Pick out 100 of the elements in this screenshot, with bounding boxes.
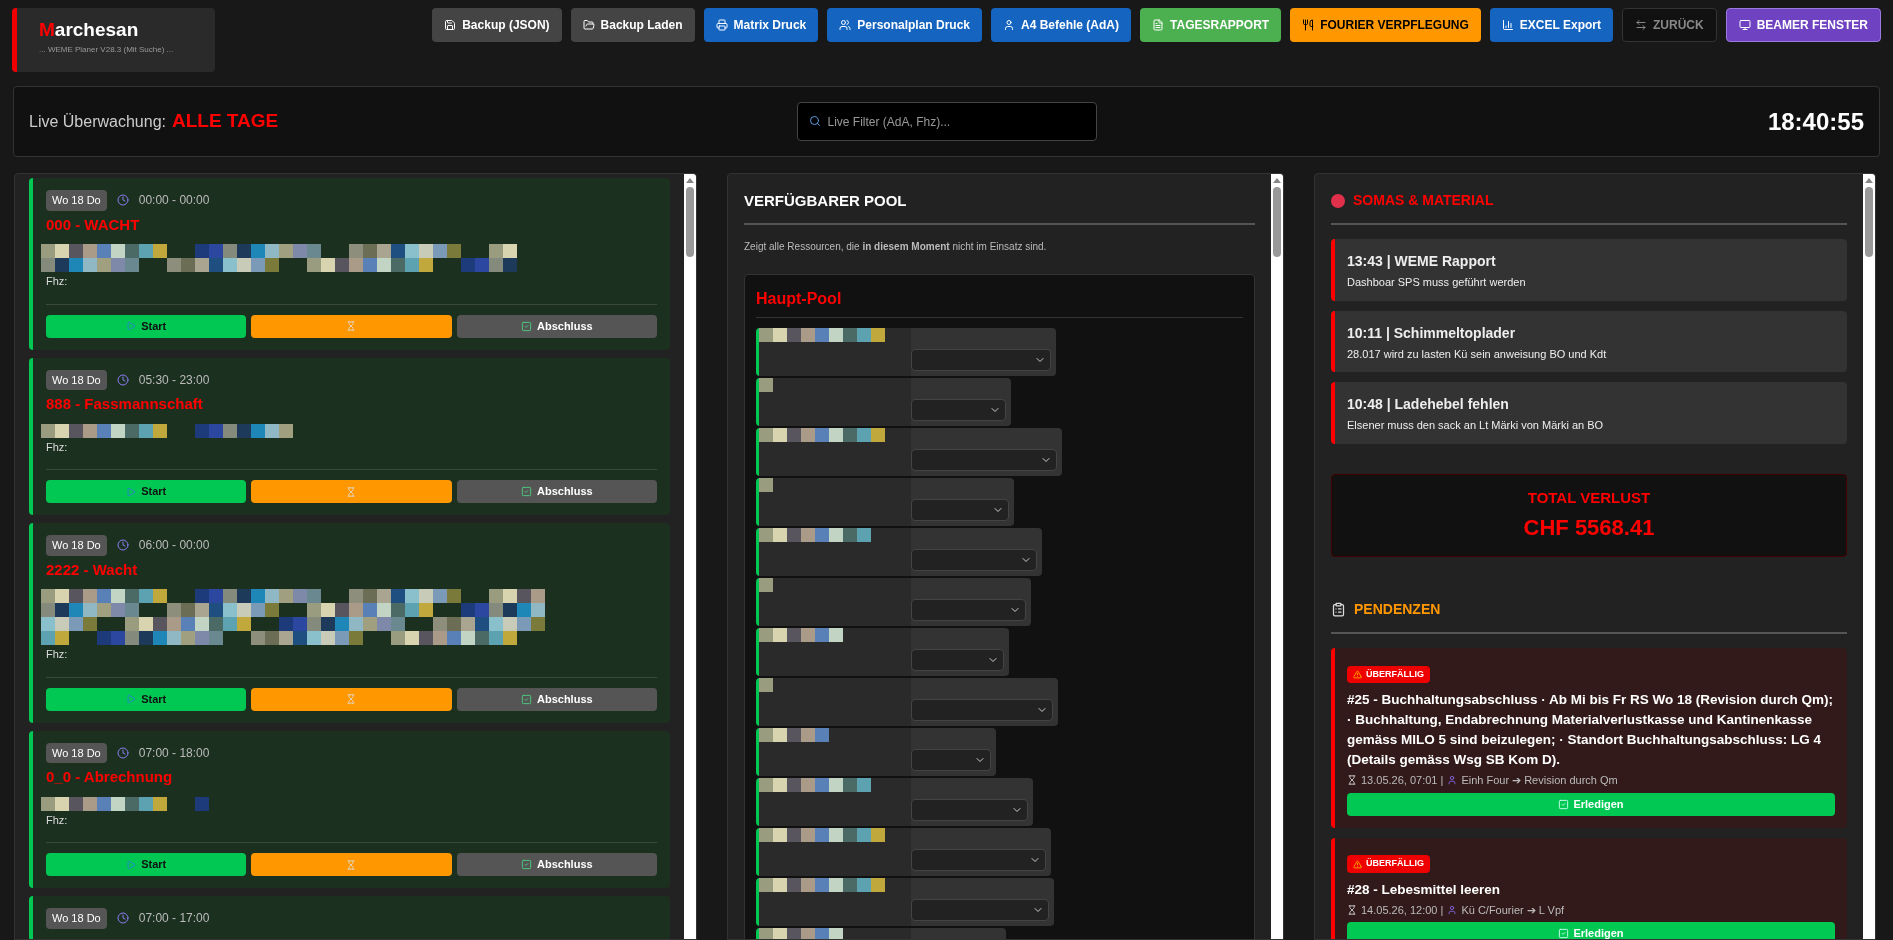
live-clock: 18:40:55 bbox=[1767, 106, 1864, 137]
somas-heading: 10:48 | Ladehebel fehlen bbox=[1347, 395, 1510, 414]
start-button[interactable]: Start bbox=[46, 480, 247, 503]
check-icon bbox=[521, 486, 532, 497]
resource-select[interactable] bbox=[911, 798, 1028, 821]
hourglass-icon bbox=[346, 321, 357, 331]
check-icon bbox=[1558, 928, 1570, 939]
toolbar-button[interactable]: EXCEL Export bbox=[1489, 8, 1613, 42]
resource-select[interactable] bbox=[911, 698, 1053, 721]
somas-heading: 10:11 | Schimmeltoplader bbox=[1347, 323, 1517, 343]
button-icon bbox=[1635, 19, 1647, 31]
finish-button[interactable]: Abschluss bbox=[456, 687, 657, 711]
clock-icon bbox=[116, 912, 129, 925]
day-badge: Wo 18 Do bbox=[46, 908, 107, 929]
hourglass-icon bbox=[346, 859, 357, 870]
total-label: TOTAL VERLUST bbox=[1527, 487, 1651, 508]
play-icon bbox=[126, 486, 137, 497]
toolbar-button[interactable]: A4 Befehle (AdA) bbox=[991, 8, 1132, 42]
somas-title: SOMAS & MATERIAL bbox=[1353, 191, 1494, 210]
start-button[interactable]: Start bbox=[46, 314, 247, 338]
hourglass-icon bbox=[346, 694, 357, 704]
check-icon bbox=[1558, 798, 1570, 810]
scrollbar[interactable] bbox=[684, 174, 696, 939]
toolbar-button[interactable]: BEAMER FENSTER bbox=[1725, 8, 1881, 42]
resource-select[interactable] bbox=[911, 848, 1046, 871]
overdue-badge: ÜBERFÄLLIG bbox=[1347, 665, 1430, 684]
app-title: Marchesan bbox=[39, 20, 140, 39]
pool-note: Zeigt alle Ressourcen, die in diesem Moment nicht im Einsatz sind. bbox=[744, 239, 1048, 254]
pixelated-block bbox=[759, 727, 829, 742]
group-title: Haupt-Pool bbox=[756, 286, 1243, 318]
person-icon bbox=[1447, 904, 1458, 915]
warning-icon bbox=[1353, 859, 1362, 869]
vehicle-label: Fhz: bbox=[46, 812, 69, 828]
vehicle-label: Fhz: bbox=[46, 439, 69, 455]
pendenzen-title: PENDENZEN bbox=[1354, 600, 1441, 619]
scrollbar[interactable] bbox=[1863, 174, 1875, 939]
pixelated-block bbox=[759, 677, 773, 692]
resource-select[interactable] bbox=[911, 598, 1026, 621]
resource-select[interactable] bbox=[911, 898, 1049, 921]
button-icon bbox=[1302, 19, 1315, 31]
check-icon bbox=[521, 320, 532, 332]
resource-select[interactable] bbox=[911, 748, 991, 771]
day-badge: Wo 18 Do bbox=[46, 190, 107, 211]
toolbar-button[interactable]: Backup Laden bbox=[570, 8, 695, 42]
person-icon bbox=[1447, 775, 1458, 786]
play-icon bbox=[126, 694, 137, 704]
check-icon bbox=[521, 693, 532, 705]
pause-button[interactable] bbox=[251, 314, 452, 338]
mission-time: 00:00 - 00:00 bbox=[138, 192, 210, 210]
mission-time: 07:00 - 17:00 bbox=[138, 910, 210, 928]
live-value: ALLE TAGE bbox=[171, 109, 279, 134]
finish-button[interactable]: Abschluss bbox=[456, 853, 657, 876]
vehicle-label: Fhz: bbox=[46, 647, 69, 662]
finish-button[interactable]: Abschluss bbox=[456, 480, 657, 503]
resource-select[interactable] bbox=[911, 548, 1037, 571]
task-title: #28 - Lebesmittel leeren bbox=[1347, 880, 1502, 899]
button-icon bbox=[1738, 19, 1751, 31]
pause-button[interactable] bbox=[251, 687, 452, 711]
search-icon bbox=[808, 115, 821, 127]
pixelated-block bbox=[759, 477, 773, 492]
toolbar-button[interactable]: Matrix Druck bbox=[703, 8, 819, 42]
mission-time: 07:00 - 18:00 bbox=[138, 744, 210, 762]
resource-select[interactable] bbox=[911, 448, 1057, 471]
task-due: 13.05.26, 07:01 | bbox=[1361, 773, 1444, 788]
toolbar-button[interactable]: FOURIER VERPFLEGUNG bbox=[1290, 8, 1481, 42]
toolbar-button[interactable]: ZURÜCK bbox=[1622, 8, 1717, 42]
play-icon bbox=[126, 859, 137, 870]
mission-title: 888 - Fassmannschaft bbox=[46, 394, 204, 414]
hourglass-icon bbox=[1347, 904, 1357, 915]
toolbar-button[interactable]: Personalplan Druck bbox=[827, 8, 982, 42]
task-route: Einh Four ➔ Revision durch Qm bbox=[1461, 773, 1618, 788]
button-icon bbox=[715, 19, 728, 31]
toolbar-button[interactable]: Backup (JSON) bbox=[432, 8, 562, 42]
pixelated-block bbox=[759, 377, 773, 392]
task-due: 14.05.26, 12:00 | bbox=[1361, 902, 1444, 918]
button-icon bbox=[444, 19, 457, 31]
resource-select[interactable] bbox=[911, 348, 1051, 371]
start-button[interactable]: Start bbox=[46, 687, 247, 711]
search-field[interactable]: Live Filter (AdA, Fhz)... bbox=[796, 102, 1097, 141]
resource-select[interactable] bbox=[911, 398, 1006, 421]
start-button[interactable]: Start bbox=[46, 853, 247, 876]
button-icon bbox=[839, 19, 852, 31]
mission-title: 2222 - Wacht bbox=[46, 559, 139, 580]
button-icon bbox=[1501, 19, 1514, 31]
resource-select[interactable] bbox=[911, 498, 1009, 521]
finish-button[interactable]: Abschluss bbox=[456, 314, 657, 338]
somas-text: 28.017 wird zu lasten Kü sein anweisung BO und Kdt bbox=[1347, 346, 1608, 362]
day-badge: Wo 18 Do bbox=[46, 535, 107, 556]
resource-select[interactable] bbox=[911, 648, 1004, 671]
button-icon bbox=[1152, 19, 1165, 31]
button-icon bbox=[1003, 19, 1015, 31]
clock-icon bbox=[116, 194, 129, 207]
clock-icon bbox=[116, 373, 129, 386]
overdue-badge: ÜBERFÄLLIG bbox=[1347, 855, 1430, 873]
vehicle-label: Fhz: bbox=[46, 274, 69, 289]
app-subtitle: ... WEME Planer V28.3 (Mit Suche) ... bbox=[39, 44, 175, 56]
task-title: #25 - Buchhaltungsabschluss · Ab Mi bis Fr RS Wo 18 (Revision durch Qm); · Buchhaltung, Endabrechnung Materialverlustkasse und Kantinenkasse gemäss MILO 5 sind beizulegen; · Standort Buchhaltungsabschluss: LG 4 (Details gemäss Wsg SB Kom D). bbox=[1347, 691, 1835, 769]
scrollbar[interactable] bbox=[1271, 174, 1283, 939]
check-icon bbox=[521, 859, 532, 870]
pool-title: VERFÜGBARER POOL bbox=[744, 190, 1255, 225]
